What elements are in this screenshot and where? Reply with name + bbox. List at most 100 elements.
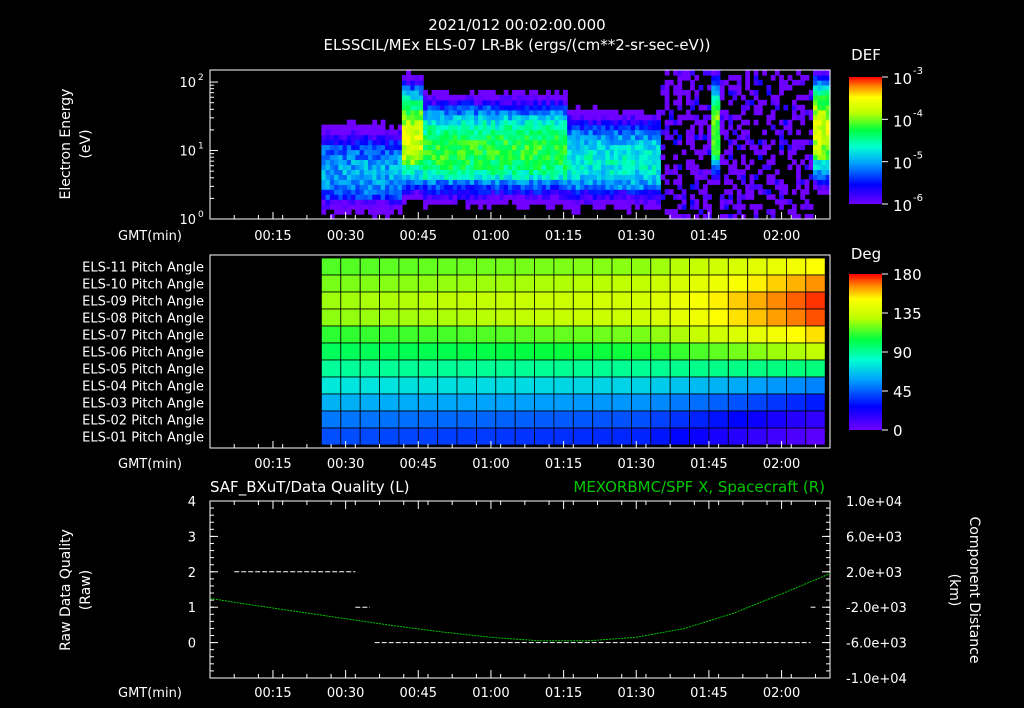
spectrogram-cell	[550, 199, 556, 205]
spectrogram-cell	[520, 129, 526, 136]
spectrogram-cell	[537, 114, 543, 121]
spectrogram-cell	[380, 139, 386, 146]
spectrogram-cell	[537, 139, 543, 146]
pitch-angle-cell	[805, 376, 826, 395]
spectrogram-cell	[427, 159, 433, 165]
spectrogram-cell	[652, 154, 657, 160]
spectrogram-cell	[520, 139, 526, 146]
spectrogram-cell	[380, 174, 386, 180]
spectrogram-cell	[618, 189, 623, 195]
spectrogram-cell	[694, 179, 700, 185]
spectrogram-cell	[427, 184, 433, 190]
pitch-angle-cell	[786, 308, 807, 327]
pitch-angle-cell	[766, 376, 787, 395]
spectrogram-cell	[605, 169, 611, 175]
spectrogram-cell	[431, 114, 437, 121]
x-tick-label: 00:45	[400, 229, 437, 244]
spectrogram-cell	[516, 194, 522, 200]
pitch-angle-cell	[379, 342, 400, 361]
spectrogram-cell	[605, 149, 611, 156]
spectrogram-cell	[558, 94, 564, 101]
spectrogram-cell	[601, 194, 606, 200]
spectrogram-cell	[397, 139, 403, 146]
spectrogram-cell	[520, 124, 526, 131]
spectrogram-cell	[490, 114, 496, 121]
spectrogram-cell	[372, 154, 378, 160]
spectrogram-cell	[630, 144, 636, 151]
spectrogram-cell	[652, 169, 657, 175]
spectrogram-cell	[745, 194, 750, 200]
spectrogram-cell	[338, 199, 344, 205]
spectrogram-cell	[444, 109, 450, 116]
spectrogram-cell	[707, 104, 712, 111]
spectrogram-cell	[461, 99, 467, 106]
y-right-tick-label: -1.0e+04	[846, 672, 907, 687]
spectrogram-cell	[821, 149, 827, 156]
spectrogram-cell	[512, 109, 517, 116]
spectrogram-cell	[401, 124, 407, 131]
spectrogram-cell	[321, 184, 327, 190]
spectrogram-cell	[393, 154, 399, 160]
spectrogram-cell	[418, 129, 424, 136]
spectrogram-cell	[736, 89, 742, 96]
spectrogram-cell	[546, 149, 551, 156]
spectrogram-cell	[385, 139, 390, 146]
spectrogram-cell	[800, 104, 806, 111]
spectrogram-cell	[626, 169, 632, 175]
spectrogram-cell	[800, 109, 806, 116]
spectrogram-cell	[448, 159, 454, 165]
spectrogram-cell	[677, 94, 683, 101]
spectrogram-cell	[613, 124, 619, 131]
spectrogram-cell	[469, 109, 475, 116]
spectrogram-cell	[457, 104, 462, 111]
spectrogram-cell	[359, 154, 365, 160]
spectrogram-cell	[423, 94, 428, 101]
spectrogram-cell	[677, 79, 683, 86]
spectrogram-cell	[444, 99, 450, 106]
spectrogram-cell	[469, 169, 475, 175]
spectrogram-cell	[567, 184, 572, 190]
spectrogram-cell	[643, 189, 649, 195]
spectrogram-cell	[656, 129, 661, 136]
spectrogram-cell	[359, 209, 365, 215]
spectrogram-cell	[613, 119, 619, 126]
spectrogram-cell	[321, 139, 327, 146]
spectrogram-cell	[813, 129, 818, 136]
spectrogram-cell	[601, 184, 606, 190]
pitch-angle-cell	[456, 427, 477, 446]
spectrogram-cell	[393, 204, 399, 210]
spectrogram-cell	[346, 174, 352, 180]
spectrogram-cell	[372, 184, 378, 190]
spectrogram-cell	[821, 159, 827, 165]
spectrogram-cell	[427, 194, 433, 200]
spectrogram-cell	[601, 139, 606, 146]
pitch-angle-cell	[592, 393, 613, 412]
spectrogram-cell	[821, 129, 827, 136]
spectrogram-cell	[512, 169, 517, 175]
spectrogram-cell	[664, 124, 670, 131]
spectrogram-cell	[423, 199, 428, 205]
spectrogram-cell	[474, 154, 479, 160]
spectrogram-cell	[495, 104, 500, 111]
spectrogram-cell	[465, 94, 471, 101]
spectrogram-cell	[563, 89, 568, 96]
spectrogram-cell	[355, 189, 361, 195]
spectrogram-cell	[668, 134, 674, 141]
spectrogram-cell	[694, 164, 700, 170]
spectrogram-cell	[635, 179, 640, 185]
spectrogram-cell	[626, 154, 632, 160]
spectrogram-cell	[563, 139, 568, 146]
spectrogram-cell	[524, 119, 530, 126]
spectrogram-cell	[478, 144, 483, 151]
spectrogram-cell	[516, 129, 522, 136]
spectrogram-cell	[584, 139, 589, 146]
spectrogram-cell	[346, 204, 352, 210]
spectrogram-cell	[681, 194, 687, 200]
spectrogram-cell	[579, 159, 585, 165]
spectrogram-cell	[397, 204, 403, 210]
spectrogram-cell	[647, 129, 653, 136]
spectrogram-cell	[503, 94, 509, 101]
spectrogram-cell	[766, 114, 772, 121]
spectrogram-cell	[804, 139, 810, 146]
spectrogram-cell	[389, 164, 394, 170]
